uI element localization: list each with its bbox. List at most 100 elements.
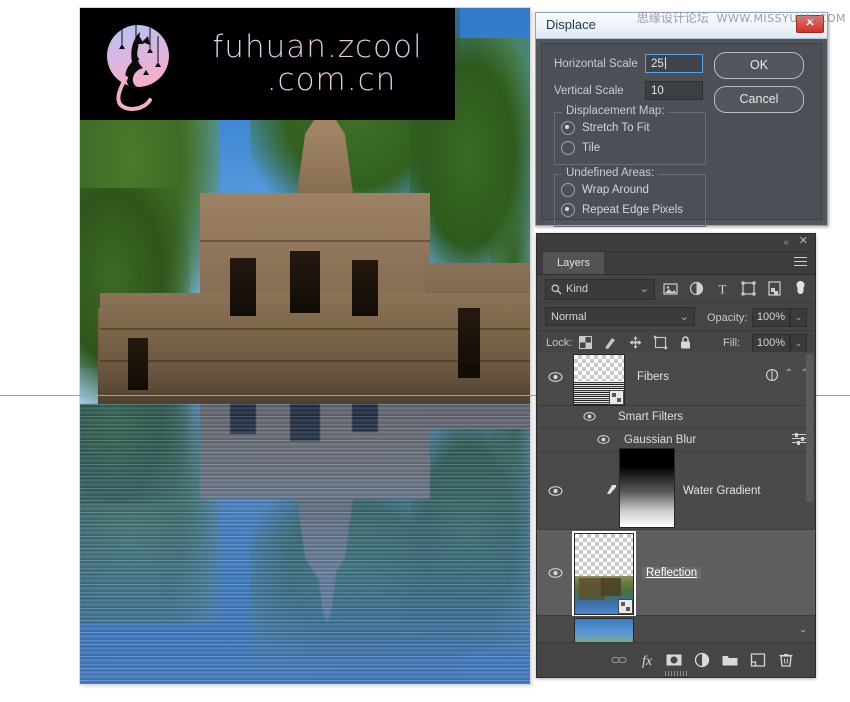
displacement-map-group: Displacement Map: Stretch To Fit Tile [554,105,706,165]
fill-label: Fill: [723,337,741,349]
type-filter-icon[interactable]: T [714,280,731,297]
gradient-thumbnail[interactable] [619,448,675,528]
lock-image-pixels-icon[interactable] [603,335,618,350]
opacity-value[interactable]: 100% [752,308,790,327]
displace-dialog[interactable]: Displace ✕ Horizontal Scale 25 Vertical … [535,12,828,227]
undefined-areas-title: Undefined Areas: [562,167,659,179]
stone-course-1 [100,328,530,330]
water-fiber-texture [80,404,530,684]
lock-all-icon[interactable] [678,335,693,350]
watermark-logo-block: fuhuan.zcool .com.cn [80,8,455,120]
lock-label: Lock: [546,337,573,349]
search-icon [551,283,562,301]
new-layer-icon[interactable] [749,651,767,669]
cancel-button[interactable]: Cancel [714,86,804,113]
table-row[interactable]: Fibers ⌃ ⌃ [537,352,815,406]
radio-button-icon [561,141,575,155]
background-thumbnail[interactable] [574,618,634,643]
close-icon[interactable]: ✕ [799,236,808,247]
opacity-label: Opacity: [707,312,748,324]
radio-repeat-edge-pixels[interactable]: Repeat Edge Pixels [561,203,683,217]
gaussian-blur-label[interactable]: Gaussian Blur [624,434,696,446]
shape-filter-icon[interactable] [740,280,757,297]
radio-wrap-around[interactable]: Wrap Around [561,183,649,197]
filter-settings-icon[interactable] [792,432,807,445]
layer-list[interactable]: Fibers ⌃ ⌃ Smart Filters Gaussian Blur W… [537,352,815,643]
smart-object-badge-icon [618,599,633,614]
chevron-down-icon: ⌄ [639,283,649,295]
add-layer-style-icon[interactable]: fx [637,651,655,669]
lock-position-icon[interactable] [628,335,643,350]
layer-filter-row: Kind ⌄ T [537,275,815,303]
new-group-icon[interactable] [721,651,739,669]
table-row[interactable]: Water Gradient [537,448,815,530]
forum-watermark-cn: 思缘设计论坛 [636,11,709,25]
eye-icon[interactable] [597,434,612,446]
add-layer-mask-icon[interactable] [665,651,683,669]
radio-button-icon [561,203,575,217]
dialog-title: Displace [546,17,596,32]
chevron-down-icon[interactable]: ⌃ [799,622,807,633]
stone-course-3 [200,240,430,242]
reflection-thumbnail[interactable] [572,531,636,617]
table-row[interactable]: Reflection [537,530,815,617]
temple-doorway-4 [128,338,148,390]
undefined-areas-group: Undefined Areas: Wrap Around Repeat Edge… [554,167,706,227]
dialog-body: Horizontal Scale 25 Vertical Scale 10 Di… [541,43,822,227]
temple-doorway-2 [290,251,320,313]
radio-tile[interactable]: Tile [561,141,600,155]
filter-kind-label: Kind [566,283,589,295]
eye-icon[interactable] [548,371,563,383]
fill-chevron-icon[interactable]: ⌄ [790,334,807,353]
panel-tabrow: Layers [537,252,815,275]
vertical-scale-input[interactable]: 10 [645,81,703,100]
forum-watermark-en: WWW.MISSYUAN.COM [716,12,846,25]
layers-panel[interactable]: « ✕ Layers Kind ⌄ T Normal ⌄ Opacity: 10… [536,233,816,678]
lock-artboard-nesting-icon[interactable] [653,335,668,350]
layer-name-rename-field[interactable]: Reflection [642,567,702,579]
radio-stretch-to-fit[interactable]: Stretch To Fit [561,121,650,135]
watermark-line-2: .com.cn [266,62,397,98]
list-item[interactable]: Smart Filters [537,406,815,429]
chevron-up-icon[interactable]: ⌃ [785,368,793,379]
delete-layer-icon[interactable] [777,651,795,669]
smart-filter-indicator-icon[interactable] [765,368,779,385]
fibers-thumbnail[interactable] [573,354,625,406]
tab-layers[interactable]: Layers [543,252,605,274]
watermark-line-1: fuhuan.zcool [212,29,423,66]
smart-filters-label: Smart Filters [618,411,684,423]
filter-toggle-icon[interactable] [792,280,809,297]
horizontal-scale-label: Horizontal Scale [554,58,638,70]
panel-bottombar: fx [537,642,815,677]
eye-icon[interactable] [548,567,563,579]
horizontal-scale-input[interactable]: 25 [645,54,703,73]
pixel-filter-icon[interactable] [662,280,679,297]
temple-doorway-5 [458,308,480,378]
gradient-fill-icon [607,485,616,497]
adjustment-filter-icon[interactable] [688,280,705,297]
eye-icon[interactable] [548,485,563,497]
eye-icon[interactable] [583,411,598,423]
table-row[interactable]: ⌃ [537,616,815,643]
lock-transparent-pixels-icon[interactable] [578,335,593,350]
link-layers-icon[interactable] [610,651,628,669]
double-chevron-icon[interactable]: « [783,237,789,248]
layer-list-scrollbar[interactable] [806,354,813,502]
document-canvas[interactable]: fuhuan.zcool .com.cn [80,8,530,684]
new-adjustment-layer-icon[interactable] [693,651,711,669]
panel-resize-grip[interactable] [665,671,687,676]
smart-object-filter-icon[interactable] [766,280,783,297]
cat-logo-icon [88,14,188,114]
svg-text:fx: fx [642,654,653,669]
fill-value[interactable]: 100% [752,334,790,353]
list-item[interactable]: Gaussian Blur [537,429,815,452]
panel-menu-icon[interactable] [794,257,807,268]
blend-mode-select[interactable]: Normal ⌄ [545,307,695,326]
layer-name[interactable]: Fibers [637,371,669,383]
layer-name[interactable]: Water Gradient [683,485,761,497]
opacity-chevron-icon[interactable]: ⌄ [790,308,807,327]
ok-button[interactable]: OK [714,52,804,79]
panel-topbar: « ✕ [537,234,815,252]
temple-doorway-3 [352,260,378,316]
filter-kind-select[interactable]: Kind ⌄ [545,279,655,300]
